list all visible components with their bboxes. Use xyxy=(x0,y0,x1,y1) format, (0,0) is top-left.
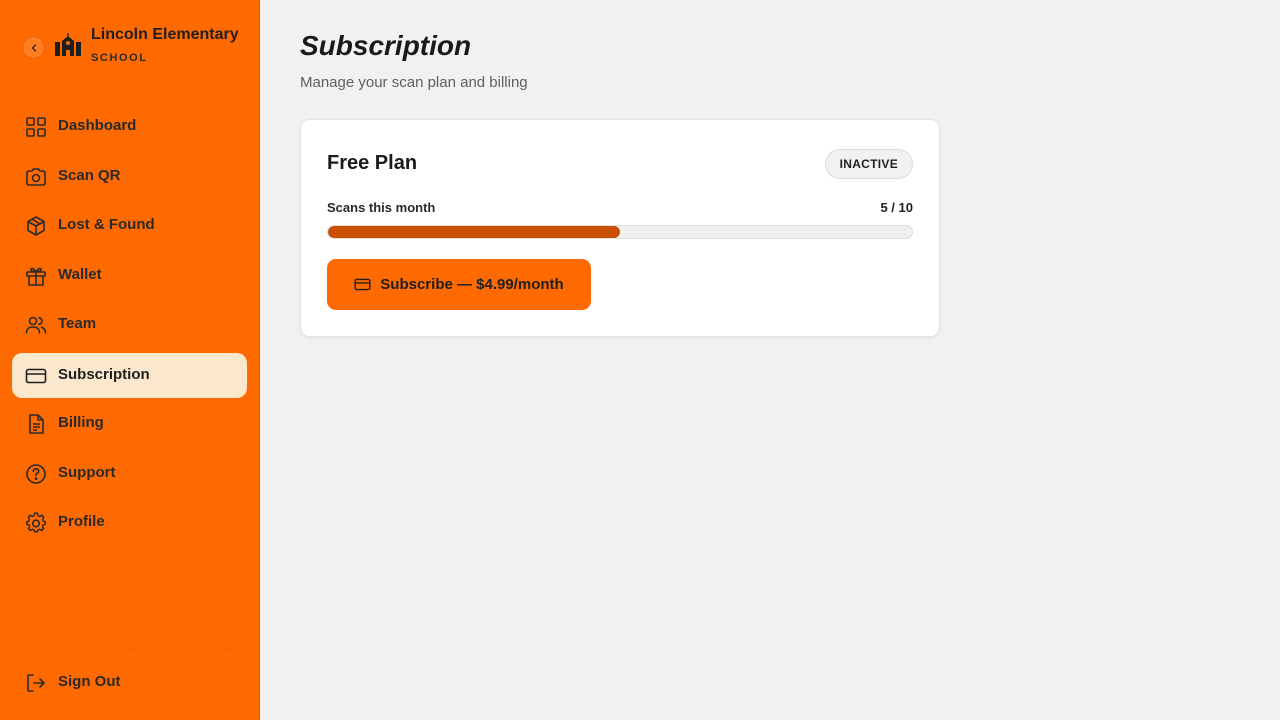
usage-progress-bar xyxy=(327,225,913,239)
divider xyxy=(12,649,247,650)
school-building-icon xyxy=(55,33,81,56)
status-badge: INACTIVE xyxy=(824,149,913,179)
sidebar-item-label: Billing xyxy=(58,414,104,431)
sidebar: Lincoln Elementary SCHOOL Dashboard Scan… xyxy=(0,0,260,720)
box-icon xyxy=(27,216,45,236)
camera-icon xyxy=(26,168,46,186)
sidebar-item-dashboard[interactable]: Dashboard xyxy=(12,104,247,149)
grid-icon xyxy=(26,117,46,137)
credit-card-icon xyxy=(354,278,371,291)
sidebar-item-label: Support xyxy=(58,464,116,481)
sidebar-item-support[interactable]: Support xyxy=(12,451,247,496)
plan-name: Free Plan xyxy=(327,152,418,174)
sidebar-item-scan-qr[interactable]: Scan QR xyxy=(12,154,247,199)
school-type-label: SCHOOL xyxy=(91,52,148,64)
sidebar-item-label: Lost & Found xyxy=(58,216,155,233)
page-subtitle: Manage your scan plan and billing xyxy=(300,74,528,91)
sign-out-label: Sign Out xyxy=(58,673,121,690)
gift-icon xyxy=(26,267,46,286)
sign-out-button[interactable]: Sign Out xyxy=(12,660,247,705)
sidebar-item-profile[interactable]: Profile xyxy=(12,500,247,545)
subscribe-button-label: Subscribe — $4.99/month xyxy=(380,276,564,293)
page-title: Subscription xyxy=(300,30,472,61)
collapse-sidebar-button[interactable] xyxy=(22,36,45,59)
usage-count: 5 / 10 xyxy=(880,200,913,215)
sidebar-item-subscription[interactable]: Subscription xyxy=(12,353,247,398)
gear-icon xyxy=(26,512,46,533)
school-name: Lincoln Elementary xyxy=(91,26,238,43)
usage-label: Scans this month xyxy=(327,200,436,215)
sidebar-item-label: Scan QR xyxy=(58,167,121,184)
help-circle-icon xyxy=(26,464,46,484)
sidebar-item-label: Profile xyxy=(58,513,105,530)
sidebar-item-label: Wallet xyxy=(58,266,102,283)
credit-card-icon xyxy=(25,368,47,384)
log-out-icon xyxy=(27,674,45,692)
chevron-left-icon xyxy=(31,43,36,52)
divider xyxy=(12,84,247,85)
sidebar-item-label: Team xyxy=(58,315,97,332)
plan-card: Free Plan INACTIVE Scans this month 5 / … xyxy=(300,119,940,337)
usage-progress-fill xyxy=(328,226,620,238)
brand-header: Lincoln Elementary SCHOOL xyxy=(22,24,248,70)
file-text-icon xyxy=(29,414,44,434)
sidebar-item-label: Dashboard xyxy=(58,117,137,134)
sidebar-item-label: Subscription xyxy=(58,366,150,383)
sidebar-item-team[interactable]: Team xyxy=(12,302,247,347)
subscribe-button[interactable]: Subscribe — $4.99/month xyxy=(327,259,591,310)
users-icon xyxy=(25,316,47,334)
sidebar-item-billing[interactable]: Billing xyxy=(12,401,247,446)
sidebar-item-lost-found[interactable]: Lost & Found xyxy=(12,203,247,248)
sidebar-item-wallet[interactable]: Wallet xyxy=(12,253,247,298)
